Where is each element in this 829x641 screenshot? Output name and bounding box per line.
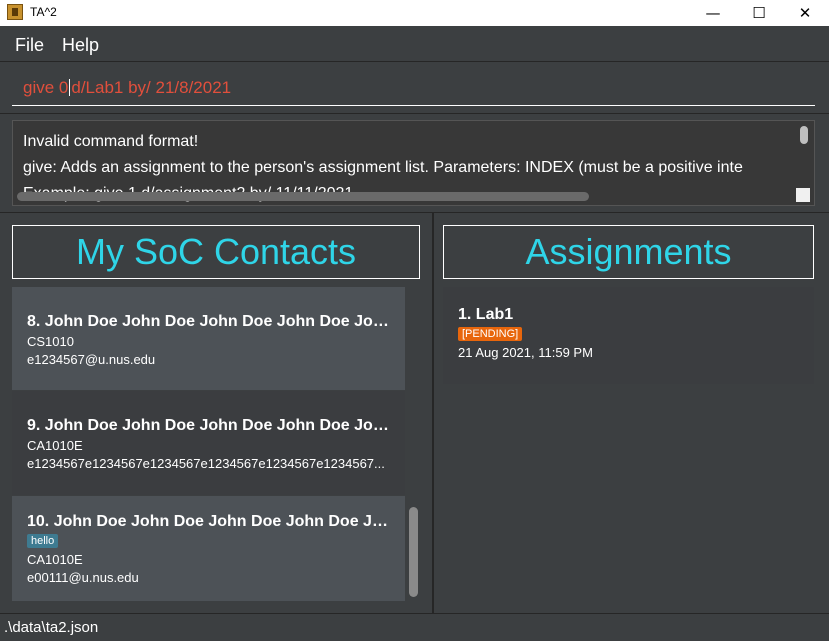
command-box: give 0 d/Lab1 by/ 21/8/2021 [0, 62, 829, 114]
command-text-before-cursor: give 0 [23, 78, 69, 97]
assignments-title: Assignments [443, 225, 814, 279]
contact-tag: hello [27, 534, 59, 548]
close-button[interactable]: ✕ [782, 0, 828, 26]
assignment-name: 1. Lab1 [458, 306, 514, 323]
menu-bar: File Help [0, 26, 829, 62]
assignment-card[interactable]: 1. Lab1 [PENDING] 21 Aug 2021, 11:59 PM [443, 287, 814, 384]
command-text-after-cursor: d/Lab1 by/ 21/8/2021 [71, 78, 232, 97]
contact-email: e1234567e1234567e1234567e1234567e1234567… [27, 456, 385, 471]
result-vertical-scrollbar[interactable] [800, 126, 808, 144]
command-input[interactable]: give 0 d/Lab1 by/ 21/8/2021 [12, 72, 815, 106]
status-bar: .\data\ta2.json [0, 613, 829, 641]
title-bar: TA^2 — ☐ ✕ [0, 0, 829, 26]
contact-card[interactable]: 9. John Doe John Doe John Doe John Doe J… [12, 391, 405, 495]
contact-name: 8. John Doe John Doe John Doe John Doe J… [27, 313, 390, 330]
contacts-scrollbar[interactable] [409, 507, 418, 597]
menu-file[interactable]: File [15, 35, 44, 56]
result-horizontal-scrollbar[interactable] [17, 192, 589, 201]
window-title: TA^2 [30, 5, 57, 19]
contact-card[interactable]: 8. John Doe John Doe John Doe John Doe J… [12, 287, 405, 390]
assignment-deadline: 21 Aug 2021, 11:59 PM [458, 345, 593, 360]
contact-module: CS1010 [27, 334, 74, 349]
result-line: Invalid command format! [23, 133, 199, 150]
contact-module: CA1010E [27, 438, 83, 453]
scroll-corner [796, 188, 810, 202]
save-file-path: .\data\ta2.json [4, 619, 99, 636]
contact-module: CA1010E [27, 552, 83, 567]
contact-name: 10. John Doe John Doe John Doe John Doe … [27, 513, 390, 530]
contact-email: e00111@u.nus.edu [27, 570, 139, 585]
contact-email: e1234567@u.nus.edu [27, 352, 156, 367]
assignment-status-badge: [PENDING] [458, 327, 523, 341]
contact-name: 9. John Doe John Doe John Doe John Doe J… [27, 417, 390, 434]
menu-help[interactable]: Help [62, 35, 99, 56]
contacts-title: My SoC Contacts [12, 225, 420, 279]
result-line: give: Adds an assignment to the person's… [23, 159, 743, 176]
maximize-button[interactable]: ☐ [736, 0, 782, 26]
result-display[interactable]: Invalid command format! give: Adds an as… [12, 120, 815, 206]
contact-card[interactable]: 10. John Doe John Doe John Doe John Doe … [12, 496, 405, 601]
minimize-button[interactable]: — [690, 0, 736, 26]
app-icon [7, 4, 23, 20]
